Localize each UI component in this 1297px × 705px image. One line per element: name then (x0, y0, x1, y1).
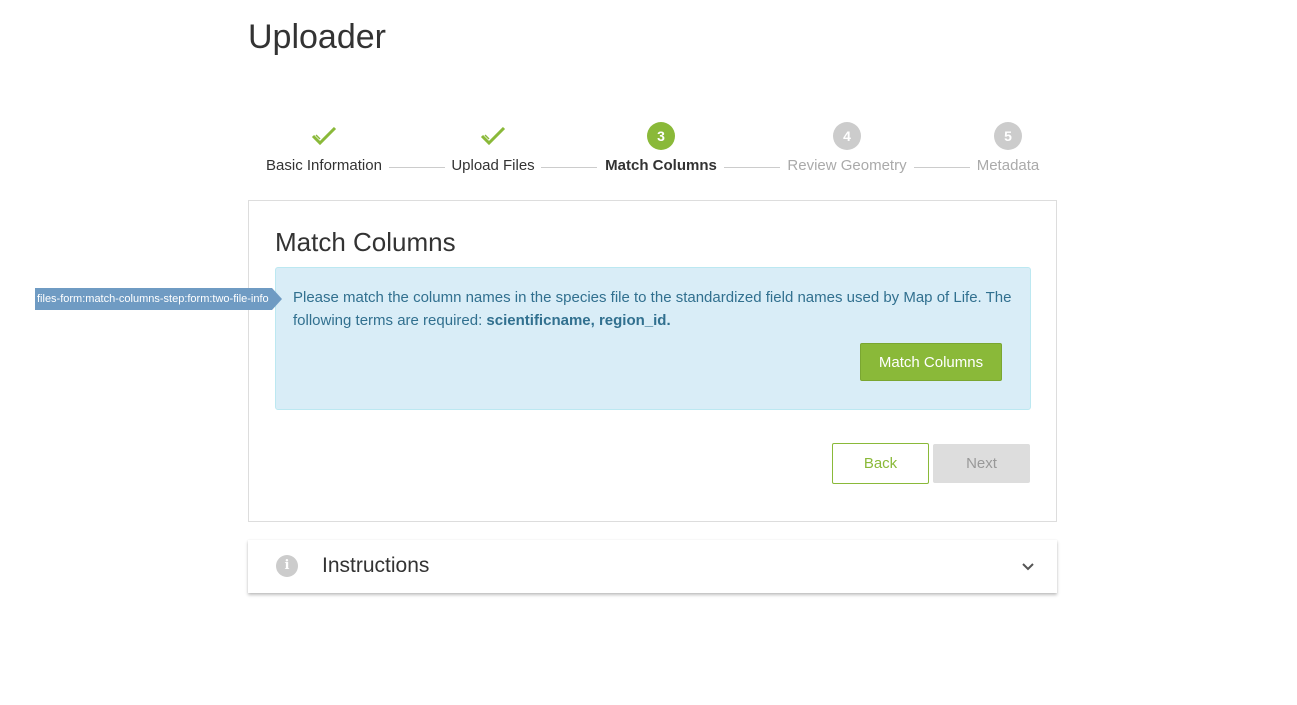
debug-tag: files-form:match-columns-step:form:two-f… (35, 288, 282, 310)
step-marker: 3 (602, 120, 720, 152)
stepper: Basic Information Upload Files 3 Match C… (248, 120, 1057, 180)
check-icon (480, 126, 506, 146)
step-marker: 5 (974, 120, 1042, 152)
step-marker (448, 120, 538, 152)
step-connector (541, 167, 597, 168)
page-title: Uploader (248, 18, 386, 56)
required-terms: scientificname, region_id. (486, 312, 671, 329)
step-connector (389, 167, 445, 168)
step-connector (914, 167, 970, 168)
chevron-down-icon[interactable] (1021, 560, 1035, 574)
info-icon: i (276, 555, 298, 577)
step-marker (264, 120, 384, 152)
step-basic-information[interactable]: Basic Information (264, 120, 384, 174)
step-marker: 4 (784, 120, 910, 152)
step-number: 4 (833, 122, 861, 150)
step-number: 3 (647, 122, 675, 150)
back-button[interactable]: Back (832, 443, 929, 484)
two-file-info-box: Please match the column names in the spe… (275, 267, 1031, 410)
step-connector (724, 167, 780, 168)
step-label: Upload Files (451, 157, 535, 174)
next-button[interactable]: Next (933, 444, 1030, 483)
step-label: Metadata (976, 157, 1040, 174)
instructions-panel[interactable]: i Instructions (248, 540, 1057, 593)
step-number: 5 (994, 122, 1022, 150)
step-upload-files[interactable]: Upload Files (448, 120, 538, 174)
step-label: Review Geometry (787, 157, 907, 174)
check-icon (311, 126, 337, 146)
step-metadata[interactable]: 5 Metadata (974, 120, 1042, 174)
step-label: Match Columns (605, 157, 717, 174)
step-label: Basic Information (266, 157, 382, 174)
instructions-title: Instructions (322, 554, 430, 577)
match-columns-button[interactable]: Match Columns (860, 343, 1002, 381)
card-title: Match Columns (275, 227, 456, 257)
match-columns-card: Match Columns Please match the column na… (248, 200, 1057, 522)
step-review-geometry[interactable]: 4 Review Geometry (784, 120, 910, 174)
step-match-columns[interactable]: 3 Match Columns (602, 120, 720, 174)
